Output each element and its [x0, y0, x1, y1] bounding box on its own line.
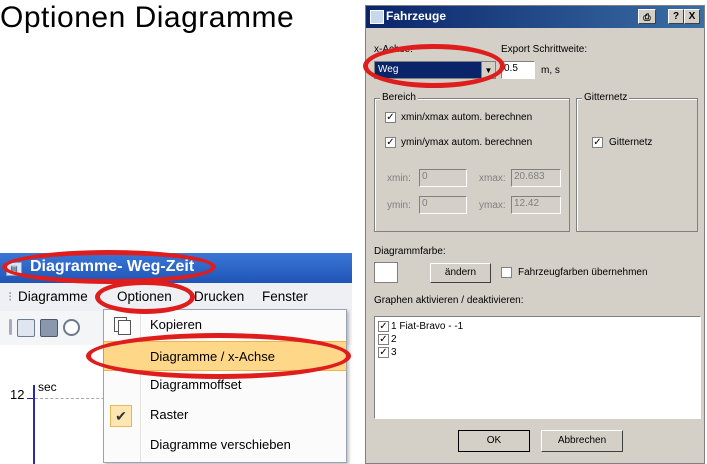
xmin-input[interactable]: 0	[419, 169, 467, 187]
printer-icon[interactable]	[40, 319, 58, 337]
graph-item: 1 Fiat-Bravo - -1	[391, 321, 464, 332]
gitternetz-group: Gitternetz ✓ Gitternetz	[576, 92, 698, 232]
bereich-group: Bereich ✓ xmin/xmax autom. berechnen ✓ y…	[374, 92, 570, 232]
chart-y-axis	[33, 385, 35, 464]
graph-checkbox[interactable]: ✓	[378, 334, 389, 345]
export-label: Export Schrittweite:	[501, 44, 588, 55]
checkbox-xmin-xmax-label: xmin/xmax autom. berechnen	[401, 112, 533, 123]
checkbox-xmin-xmax[interactable]: ✓	[385, 112, 396, 123]
dialog-title: Fahrzeuge	[386, 9, 447, 23]
chart-y-tick	[27, 398, 35, 399]
chart-y-tick-label: 12	[10, 387, 25, 402]
chart-y-unit: sec	[38, 380, 57, 394]
checkbox-ymin-ymax-label: ymin/ymax autom. berechnen	[401, 137, 533, 148]
graph-item: 3	[391, 347, 397, 358]
checkbox-ymin-ymax[interactable]: ✓	[385, 137, 396, 148]
menu-item-label: Kopieren	[150, 317, 203, 332]
xmax-label: xmax:	[479, 173, 506, 184]
dialog-icon	[370, 10, 384, 24]
graph-item: 2	[391, 334, 397, 345]
zoom-icon[interactable]	[63, 319, 80, 336]
menu-diagramme[interactable]: Diagramme	[18, 289, 88, 304]
menu-item-label: Diagramme verschieben	[150, 437, 291, 452]
ymax-label: ymax:	[479, 200, 506, 211]
graphen-listbox[interactable]: ✓ 1 Fiat-Bravo - -1 ✓ 2 ✓ 3	[374, 316, 701, 419]
graph-checkbox[interactable]: ✓	[378, 321, 389, 332]
page-heading: Optionen Diagramme	[0, 1, 295, 34]
export-input[interactable]: 0.5	[501, 61, 535, 79]
gitternetz-title: Gitternetz	[582, 92, 630, 103]
help-button[interactable]: ?	[668, 9, 684, 24]
dialog-title-bar: Fahrzeuge ⎙ ? X	[366, 6, 704, 28]
annotation-oval-title	[2, 250, 216, 284]
toolbar-grip-icon	[9, 319, 12, 335]
ymin-label: ymin:	[387, 200, 411, 211]
bereich-title: Bereich	[380, 92, 418, 103]
ymin-input[interactable]: 0	[419, 196, 467, 214]
menu-fenster[interactable]: Fenster	[262, 289, 308, 304]
annotation-oval-optionen	[95, 280, 195, 314]
copy-icon-front	[118, 320, 131, 335]
ymax-input[interactable]: 12.42	[511, 196, 561, 214]
color-swatch[interactable]	[374, 262, 398, 283]
close-button[interactable]: X	[684, 9, 700, 24]
checkbox-fahrzeugfarben[interactable]	[501, 267, 512, 278]
checkbox-gitternetz[interactable]: ✓	[592, 137, 603, 148]
graph-checkbox[interactable]: ✓	[378, 347, 389, 358]
menu-item-raster[interactable]: ✔ Raster	[104, 400, 346, 430]
checkbox-gitternetz-label: Gitternetz	[609, 137, 653, 148]
menu-grip-icon: ⁝	[8, 289, 13, 304]
ok-button[interactable]: OK	[458, 430, 530, 452]
menu-item-label: Diagrammoffset	[150, 377, 242, 392]
print-preview-icon[interactable]	[17, 319, 35, 337]
graphen-label: Graphen aktivieren / deaktivieren:	[374, 295, 524, 306]
diagrammfarbe-label: Diagrammfarbe:	[374, 246, 446, 257]
abbrechen-button[interactable]: Abbrechen	[541, 430, 623, 452]
aendern-button[interactable]: ändern	[430, 263, 491, 283]
annotation-oval-x-achse-select	[363, 44, 505, 88]
checkmark-icon: ✔	[110, 405, 132, 427]
menu-item-label: Raster	[150, 407, 189, 422]
annotation-oval-x-achse	[86, 333, 351, 379]
print-icon[interactable]: ⎙	[638, 9, 656, 24]
checkbox-fahrzeugfarben-label: Fahrzeugfarben übernehmen	[518, 267, 648, 278]
menu-drucken[interactable]: Drucken	[194, 289, 244, 304]
xmax-input[interactable]: 20.683	[511, 169, 561, 187]
xmin-label: xmin:	[387, 173, 411, 184]
menu-item-diagramme-verschieben[interactable]: Diagramme verschieben	[104, 430, 346, 460]
export-unit: m, s	[541, 65, 560, 76]
